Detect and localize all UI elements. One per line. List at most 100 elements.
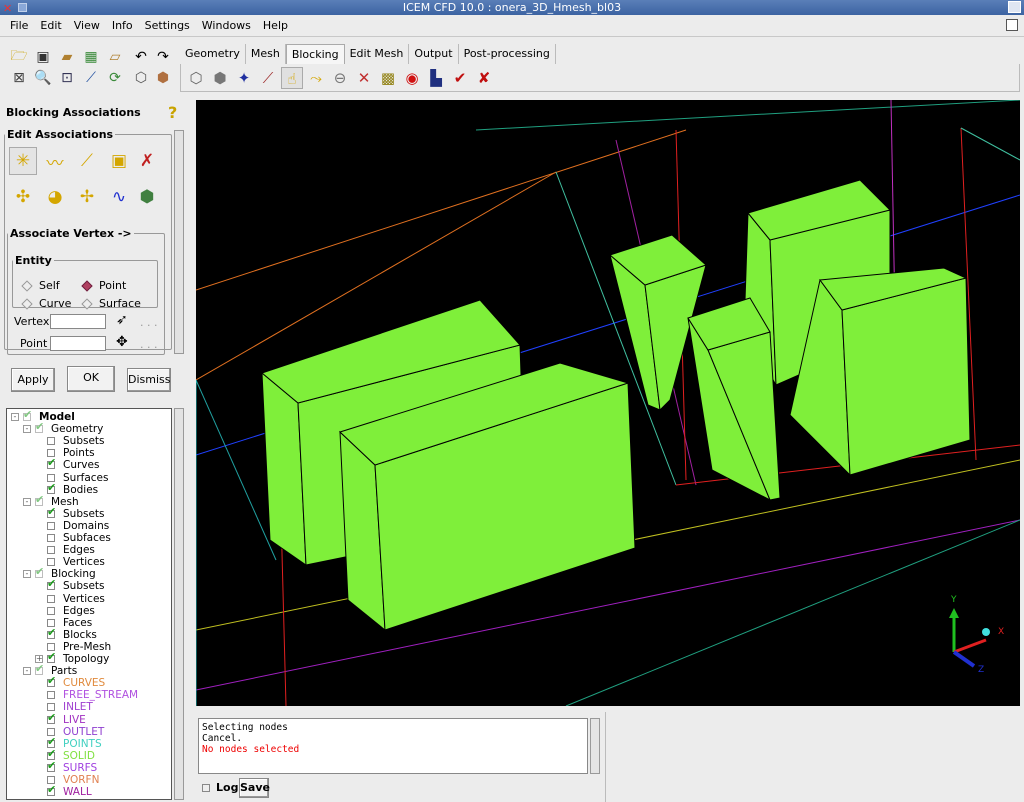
- tab-output[interactable]: Output: [409, 44, 459, 64]
- tab-edit-mesh[interactable]: Edit Mesh: [345, 44, 410, 64]
- 3d-viewport[interactable]: Y X Z: [196, 100, 1020, 706]
- auto-fit-icon[interactable]: ⬢: [133, 183, 161, 211]
- measure-icon[interactable]: ⊡: [56, 67, 78, 89]
- radio-point[interactable]: Point: [81, 279, 126, 292]
- collapse-icon[interactable]: -: [11, 413, 19, 421]
- tree-checkbox[interactable]: [47, 534, 55, 542]
- redo-icon[interactable]: ↷: [152, 46, 174, 68]
- menu-windows[interactable]: Windows: [202, 19, 251, 32]
- tree-item[interactable]: Edges: [47, 544, 95, 556]
- menu-settings[interactable]: Settings: [145, 19, 190, 32]
- split-block-icon[interactable]: ⬢: [209, 67, 231, 89]
- tree-checkbox[interactable]: [47, 546, 55, 555]
- maximize-button[interactable]: [1008, 1, 1021, 13]
- save-icon[interactable]: ▣: [32, 46, 54, 68]
- tree-checkbox[interactable]: [47, 783, 56, 797]
- zoom-box-icon[interactable]: 🔍: [32, 67, 54, 89]
- solid-icon[interactable]: ⬢: [152, 67, 174, 89]
- tree-item[interactable]: Subsets: [47, 505, 105, 520]
- tab-mesh[interactable]: Mesh: [246, 44, 286, 64]
- window-menu-icon[interactable]: [18, 3, 27, 12]
- tree-checkbox[interactable]: [47, 606, 55, 615]
- ok-button[interactable]: OK: [67, 366, 115, 392]
- disassociate-icon[interactable]: ✗: [133, 147, 161, 175]
- tree-item[interactable]: Bodies: [47, 481, 98, 496]
- tree-item[interactable]: LIVE: [47, 711, 86, 726]
- tree-item[interactable]: CURVES: [47, 674, 105, 689]
- tree-checkbox[interactable]: [47, 691, 55, 700]
- tree-checkbox[interactable]: [47, 558, 55, 567]
- vertex-input[interactable]: [50, 314, 106, 329]
- radio-surface[interactable]: Surface: [81, 297, 141, 310]
- collapse-icon[interactable]: -: [23, 667, 31, 676]
- tab-blocking[interactable]: Blocking: [285, 44, 345, 64]
- associate-face-icon[interactable]: ▣: [105, 147, 133, 175]
- tree-item[interactable]: Curves: [47, 456, 99, 471]
- tree-checkbox[interactable]: [47, 505, 56, 518]
- tree-item[interactable]: Surfaces: [47, 472, 108, 484]
- dismiss-button[interactable]: Dismiss: [127, 368, 171, 392]
- associate-edge-curve-icon[interactable]: 〰: [41, 147, 69, 175]
- point-input[interactable]: [50, 336, 106, 351]
- delete-block-icon[interactable]: ✘: [473, 67, 495, 89]
- tree-item[interactable]: Edges: [47, 605, 95, 617]
- select-vertex-cursor-icon[interactable]: ➶: [116, 312, 128, 328]
- update-associations-icon[interactable]: ◕: [41, 183, 69, 211]
- tree-checkbox[interactable]: [47, 626, 56, 639]
- tree-checkbox[interactable]: [47, 759, 56, 772]
- restore-window-button[interactable]: [1006, 19, 1018, 31]
- tree-item[interactable]: Vertices: [47, 556, 105, 568]
- collapse-icon[interactable]: -: [23, 497, 31, 506]
- tree-checkbox[interactable]: [47, 674, 56, 688]
- tab-geometry[interactable]: Geometry: [180, 44, 246, 64]
- pre-mesh-smooth-icon[interactable]: ▙: [425, 67, 447, 89]
- open-blocking-icon[interactable]: ▱: [104, 46, 126, 68]
- vertex-icon[interactable]: ✦: [233, 67, 255, 89]
- point-more[interactable]: . . .: [140, 338, 157, 351]
- log-checkbox[interactable]: [202, 784, 210, 792]
- radio-self[interactable]: Self: [21, 279, 60, 292]
- panel-scrollbar[interactable]: [174, 130, 184, 354]
- menu-edit[interactable]: Edit: [40, 19, 61, 32]
- tab-post-processing[interactable]: Post-processing: [459, 44, 556, 64]
- tree-checkbox[interactable]: [35, 662, 44, 676]
- select-point-cursor-icon[interactable]: ✥: [116, 334, 128, 350]
- tree-checkbox[interactable]: [47, 521, 55, 530]
- tree-checkbox[interactable]: [47, 594, 55, 603]
- create-block-icon[interactable]: ⬡: [185, 67, 207, 89]
- tree-item[interactable]: Vertices: [47, 593, 105, 605]
- menu-info[interactable]: Info: [112, 19, 133, 32]
- tree-checkbox[interactable]: [47, 481, 56, 494]
- tree-item[interactable]: - Blocking: [23, 565, 96, 580]
- message-log[interactable]: Selecting nodes Cancel. No nodes selecte…: [198, 718, 588, 774]
- tree-item[interactable]: Domains: [47, 520, 109, 532]
- collapse-icon[interactable]: -: [23, 570, 31, 579]
- vertex-more[interactable]: . . .: [140, 316, 157, 329]
- tree-checkbox[interactable]: [35, 493, 44, 506]
- log-scrollbar[interactable]: [590, 718, 600, 774]
- undo-icon[interactable]: ↶: [130, 46, 152, 68]
- help-icon[interactable]: ?: [168, 103, 177, 122]
- menu-view[interactable]: View: [74, 19, 100, 32]
- save-log-button[interactable]: Save: [239, 778, 270, 798]
- collapse-icon[interactable]: -: [23, 425, 31, 434]
- tree-item[interactable]: WALL: [47, 783, 92, 798]
- tree-item[interactable]: +Topology: [35, 650, 109, 665]
- tree-checkbox[interactable]: [47, 437, 55, 446]
- move-vertex-icon[interactable]: ⤳: [305, 67, 327, 89]
- edit-block-icon[interactable]: ✕: [353, 67, 375, 89]
- wireframe-icon[interactable]: ⬡: [130, 67, 152, 89]
- check-block-icon[interactable]: ✔: [449, 67, 471, 89]
- open-geometry-icon[interactable]: ▰: [56, 46, 78, 68]
- snap-vertices-icon[interactable]: ✣: [9, 183, 37, 211]
- tree-item[interactable]: Pre-Mesh: [47, 641, 111, 653]
- tree-item[interactable]: Subsets: [47, 435, 105, 447]
- associate-vertex-icon[interactable]: ✳: [9, 147, 37, 175]
- tree-checkbox[interactable]: [35, 565, 44, 579]
- pane-divider[interactable]: [605, 712, 606, 802]
- pre-mesh-params-icon[interactable]: ▩: [377, 67, 399, 89]
- associate-icon[interactable]: ☝: [281, 67, 303, 89]
- tree-checkbox[interactable]: [23, 409, 32, 421]
- tree-item[interactable]: Blocks: [47, 626, 97, 641]
- tree-scrollbar[interactable]: [174, 408, 184, 800]
